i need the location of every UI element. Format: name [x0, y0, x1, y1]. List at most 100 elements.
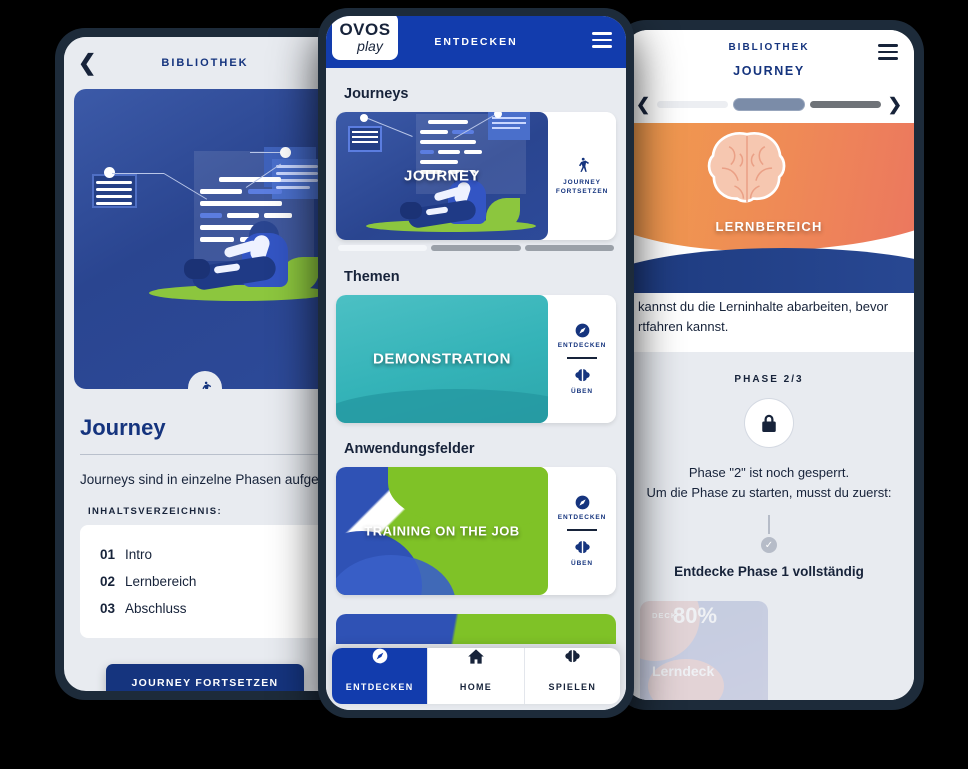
page-breadcrumb: BIBLIOTHEK — [161, 57, 249, 69]
screenshot-stage: ❮ BIBLIOTHEK Journey Journeys sind in ei… — [0, 0, 968, 769]
action-label: ÜBEN — [570, 559, 594, 567]
bottom-navigation: ENTDECKEN HOME SPIELEN — [332, 648, 620, 704]
ueben-action[interactable]: ÜBEN — [571, 539, 593, 567]
goal-text: Entdecke Phase 1 vollständig — [674, 564, 864, 580]
lerndeck-card[interactable]: DECK 80% Lerndeck — [640, 601, 768, 700]
brain-illustration — [707, 132, 786, 203]
card-label: JOURNEY — [403, 167, 481, 185]
pager-segment-current[interactable] — [431, 245, 521, 251]
nav-item-spielen[interactable]: SPIELEN — [525, 648, 620, 704]
action-label: JOURNEY FORTSETZEN — [555, 178, 609, 195]
card-thumbnail[interactable]: DEMONSTRATION — [336, 295, 548, 423]
nav-item-home[interactable]: HOME — [428, 648, 525, 704]
hero-label: LERNBEREICH — [715, 219, 823, 234]
hiker-icon — [188, 371, 222, 389]
section-title-anwendungsfelder: Anwendungsfelder — [344, 441, 475, 457]
toc-card: 01 Intro 02 Lernbereich 03 Abschluss — [80, 524, 330, 638]
journey-card-pager — [338, 245, 614, 251]
nav-label: SPIELEN — [548, 682, 597, 692]
chevron-left-icon[interactable]: ❮ — [636, 96, 650, 113]
list-item[interactable]: 01 Intro — [80, 541, 330, 568]
phone-center-screen: OVOS play ENTDECKEN Journeys JOURNEY JOU… — [326, 16, 626, 710]
compass-icon — [575, 495, 589, 510]
next-card-peek[interactable] — [336, 614, 616, 644]
divider — [567, 529, 597, 531]
toc-number: 01 — [100, 546, 116, 562]
brain-icon — [574, 540, 590, 553]
card-label: TRAINING ON THE JOB — [364, 523, 520, 539]
list-item[interactable]: 03 Abschluss — [80, 595, 330, 622]
page-title: Journey — [80, 415, 166, 440]
left-body: Journey Journeys sind in einzelne Phasen… — [64, 389, 346, 691]
left-header: ❮ BIBLIOTHEK — [64, 37, 346, 89]
logo-line-1: OVOS — [339, 19, 391, 39]
phase-segment-upcoming[interactable] — [810, 101, 881, 108]
description-line-1: kannst du die Lerninhalte abarbeiten, be… — [638, 299, 889, 314]
toc-label-text: Lernbereich — [125, 573, 197, 589]
center-header: OVOS play ENTDECKEN — [326, 16, 626, 68]
journey-continue-button[interactable]: JOURNEY FORTSETZEN — [105, 663, 305, 691]
phase-segment-current[interactable] — [732, 98, 806, 111]
journey-continue-action[interactable]: JOURNEY FORTSETZEN — [556, 156, 608, 197]
entdecken-action[interactable]: ENTDECKEN — [558, 323, 607, 349]
card-actions: ENTDECKEN ÜBEN — [548, 295, 616, 423]
phase-segment-done[interactable] — [657, 101, 728, 108]
nav-label: ENTDECKEN — [345, 681, 414, 692]
pager-segment-done[interactable] — [338, 245, 428, 251]
nav-item-entdecken[interactable]: ENTDECKEN — [332, 648, 429, 704]
themen-card[interactable]: DEMONSTRATION ENTDECKEN ÜBEN — [336, 295, 616, 423]
section-title-journeys: Journeys — [344, 86, 409, 102]
phone-center: OVOS play ENTDECKEN Journeys JOURNEY JOU… — [318, 8, 634, 718]
divider — [80, 454, 330, 455]
hamburger-menu-icon[interactable] — [592, 32, 612, 52]
phone-right-screen: BIBLIOTHEK JOURNEY ❮ ❯ LERNBEREICH kanns… — [624, 30, 914, 700]
description-line-2: rtfahren kannst. — [638, 318, 729, 334]
chevron-left-icon[interactable]: ❮ — [78, 52, 96, 74]
breadcrumb: BIBLIOTHEK — [728, 42, 810, 53]
content-scroll-area[interactable]: Journeys JOURNEY JOURNEY FORTSETZEN Them… — [326, 68, 626, 710]
toc-label-text: Abschluss — [125, 600, 187, 616]
list-item[interactable]: 02 Lernbereich — [80, 568, 330, 595]
deck-name: Lerndeck — [652, 663, 715, 680]
card-thumbnail[interactable]: TRAINING ON THE JOB — [336, 467, 548, 595]
home-icon — [468, 649, 484, 664]
anwendungsfelder-card[interactable]: TRAINING ON THE JOB ENTDECKEN ÜBEN — [336, 467, 616, 595]
toc-number: 03 — [100, 600, 116, 616]
toc-number: 02 — [100, 573, 116, 589]
chevron-right-icon[interactable]: ❯ — [888, 96, 902, 113]
right-header: BIBLIOTHEK JOURNEY — [624, 30, 914, 84]
phone-left: ❮ BIBLIOTHEK Journey Journeys sind in ei… — [55, 28, 355, 700]
phone-right: BIBLIOTHEK JOURNEY ❮ ❯ LERNBEREICH kanns… — [614, 20, 924, 710]
lock-message-line-1: Phase "2" ist noch gesperrt. — [688, 465, 850, 480]
deck-preview: DECK 80% Lerndeck — [636, 601, 902, 700]
card-actions: ENTDECKEN ÜBEN — [548, 467, 616, 595]
entdecken-action[interactable]: ENTDECKEN — [558, 495, 607, 521]
intro-paragraph: Journeys sind in einzelne Phasen aufgeba… — [80, 472, 330, 487]
lernbereich-hero: LERNBEREICH — [624, 123, 914, 293]
hamburger-menu-icon[interactable] — [878, 44, 898, 64]
divider — [567, 357, 597, 359]
padlock-icon — [745, 399, 793, 447]
ueben-action[interactable]: ÜBEN — [571, 367, 593, 395]
toc-label: INHALTSVERZEICHNIS: — [88, 505, 223, 517]
pager-segment-upcoming[interactable] — [524, 245, 614, 251]
card-actions: JOURNEY FORTSETZEN — [548, 112, 616, 240]
card-thumbnail[interactable]: JOURNEY — [336, 112, 548, 240]
connector-line — [768, 515, 770, 535]
action-label: ENTDECKEN — [557, 514, 607, 522]
action-label: ÜBEN — [570, 387, 594, 395]
locked-phase-panel: PHASE 2/3 Phase "2" ist noch gesperrt. U… — [624, 352, 914, 700]
action-label: ENTDECKEN — [557, 342, 607, 350]
cta-container: JOURNEY FORTSETZEN — [80, 663, 330, 691]
toc-label-text: Intro — [125, 546, 153, 562]
section-title-themen: Themen — [344, 269, 400, 285]
compass-icon — [372, 648, 387, 664]
brain-icon — [574, 368, 590, 381]
journey-card[interactable]: JOURNEY JOURNEY FORTSETZEN — [336, 112, 616, 240]
deck-percent: 80% — [673, 603, 718, 629]
check-circle-icon: ✓ — [761, 537, 777, 554]
page-title: JOURNEY — [733, 64, 805, 78]
phase-progress-segments — [657, 98, 881, 111]
nav-label: HOME — [459, 682, 493, 692]
page-title: ENTDECKEN — [434, 36, 518, 48]
